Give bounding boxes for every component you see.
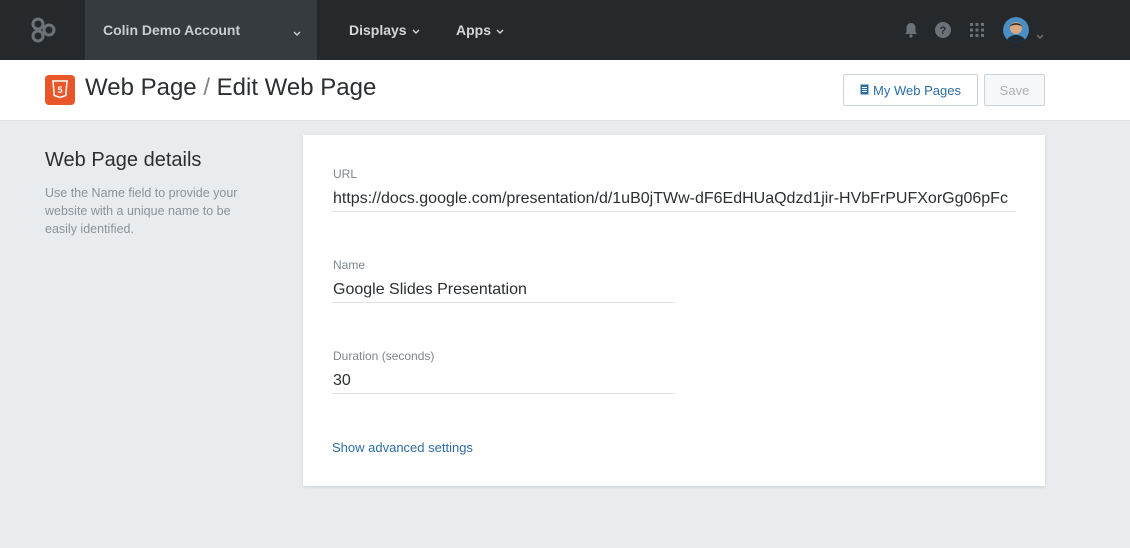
my-web-pages-label: My Web Pages: [873, 82, 961, 98]
breadcrumb-separator: /: [203, 74, 210, 101]
account-name: Colin Demo Account: [103, 22, 241, 38]
name-input[interactable]: [332, 277, 675, 303]
chevron-down-icon: [412, 22, 420, 38]
my-web-pages-button[interactable]: My Web Pages: [843, 74, 978, 106]
duration-label: Duration (seconds): [333, 349, 435, 363]
svg-text:5: 5: [57, 85, 62, 95]
nav-displays-label: Displays: [349, 22, 407, 38]
name-label: Name: [333, 258, 366, 272]
apps-grid-icon[interactable]: [967, 20, 987, 40]
show-advanced-settings-link[interactable]: Show advanced settings: [332, 440, 473, 455]
bell-icon[interactable]: [901, 20, 921, 40]
help-icon[interactable]: ?: [933, 20, 953, 40]
url-input[interactable]: [332, 186, 1016, 212]
save-button[interactable]: Save: [984, 74, 1045, 106]
breadcrumb-edit-web-page: Edit Web Page: [216, 74, 377, 101]
page-header: 5 Web Page / Edit Web Page My Web Pages …: [0, 60, 1130, 121]
chevron-down-icon: [496, 22, 504, 38]
breadcrumb-web-page[interactable]: Web Page: [85, 74, 197, 101]
duration-input[interactable]: [332, 368, 675, 394]
svg-text:?: ?: [940, 25, 947, 37]
document-icon: [860, 83, 869, 98]
url-label: URL: [333, 167, 358, 181]
nav-apps-label: Apps: [456, 22, 491, 38]
section-title: Web Page details: [45, 149, 202, 171]
account-switcher[interactable]: Colin Demo Account: [85, 0, 317, 60]
chevron-down-icon: [293, 24, 301, 40]
logo-icon[interactable]: [0, 0, 85, 60]
chevron-down-icon[interactable]: [1036, 27, 1044, 45]
page-title: Web Page / Edit Web Page: [85, 74, 376, 102]
nav-displays[interactable]: Displays: [349, 0, 420, 60]
avatar[interactable]: [1003, 17, 1029, 43]
section-description: Use the Name field to provide your websi…: [45, 186, 238, 236]
top-nav: Colin Demo Account Displays Apps ?: [0, 0, 1130, 60]
html5-icon: 5: [45, 75, 75, 105]
web-page-form-card: URL Name Duration (seconds) Show advance…: [303, 135, 1045, 486]
nav-apps[interactable]: Apps: [456, 0, 504, 60]
save-label: Save: [999, 82, 1030, 98]
